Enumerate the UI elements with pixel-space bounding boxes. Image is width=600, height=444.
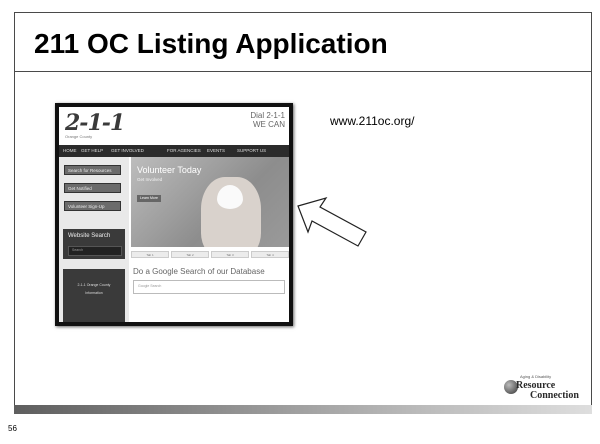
- sidebar-search-panel: Website Search Search: [63, 229, 125, 259]
- nav-item-get-involved: GET INVOLVED: [111, 148, 144, 153]
- resource-connection-logo: Aging & Disability Resource Connection: [494, 372, 590, 404]
- title-divider: [14, 71, 592, 72]
- page-number: 56: [8, 424, 17, 433]
- url-text: www.211oc.org/: [330, 114, 415, 128]
- hero-tab-4: Tab 4: [251, 251, 289, 258]
- sidebar-info-line-2: Information: [85, 291, 103, 295]
- hero-tab-1: Tab 1: [131, 251, 169, 258]
- sidebar-button-notified: Get Notified: [64, 183, 121, 193]
- heart-icon: [217, 185, 243, 209]
- dial-line-2: WE CAN: [253, 120, 285, 129]
- logo-line-2: Connection: [530, 390, 579, 401]
- arrow-icon: [297, 196, 367, 247]
- sidebar-button-search: Search for Resources: [64, 165, 121, 175]
- slide-title: 211 OC Listing Application: [34, 28, 388, 59]
- site-logo-subtitle: Orange County: [65, 134, 93, 139]
- nav-item-get-help: GET HELP: [81, 148, 104, 153]
- dial-banner: Dial 2-1-1 WE CAN: [250, 111, 285, 129]
- sidebar-button-volunteer: Volunteer Sign-Up: [64, 201, 121, 211]
- google-search-box: Google Search: [133, 280, 285, 294]
- site-logo: 2-1-1: [65, 110, 125, 136]
- hero-tab-3: Tab 3: [211, 251, 249, 258]
- sidebar-search-label: Website Search: [68, 233, 111, 239]
- site-nav: HOME GET HELP GET INVOLVED FOR AGENCIES …: [59, 145, 289, 157]
- hero-tab-2: Tab 2: [171, 251, 209, 258]
- hero-banner: Volunteer Today Get Involved Learn More: [131, 157, 289, 247]
- website-screenshot: 2-1-1 Orange County Dial 2-1-1 WE CAN HO…: [55, 103, 293, 326]
- dial-line-1: Dial 2-1-1: [250, 111, 285, 120]
- sidebar-info-box: 2-1-1 Orange County Information: [63, 269, 125, 322]
- site-sidebar: Search for Resources Get Notified Volunt…: [59, 157, 129, 322]
- hero-subtitle: Get Involved: [137, 177, 163, 182]
- sidebar-info-line-1: 2-1-1 Orange County: [77, 283, 111, 287]
- nav-item-events: EVENTS: [207, 148, 226, 153]
- hero-tabs: Tab 1 Tab 2 Tab 3 Tab 4: [131, 251, 289, 259]
- nav-item-home: HOME: [63, 148, 77, 153]
- sidebar-search-placeholder: Search: [72, 248, 84, 252]
- hero-title: Volunteer Today: [137, 165, 202, 175]
- sidebar-search-box: Search: [68, 246, 122, 256]
- logo-small-text: Aging & Disability: [520, 374, 552, 379]
- hero-button: Learn More: [137, 195, 161, 202]
- nav-item-for-agencies: FOR AGENCIES: [167, 148, 201, 153]
- nav-item-support-us: SUPPORT US: [237, 148, 267, 153]
- site-header: 2-1-1 Orange County Dial 2-1-1 WE CAN: [59, 107, 289, 143]
- google-search-placeholder: Google Search: [138, 284, 162, 288]
- website-screenshot-content: 2-1-1 Orange County Dial 2-1-1 WE CAN HO…: [59, 107, 289, 322]
- footer-gradient-bar: [14, 405, 592, 414]
- google-search-title: Do a Google Search of our Database: [133, 267, 265, 276]
